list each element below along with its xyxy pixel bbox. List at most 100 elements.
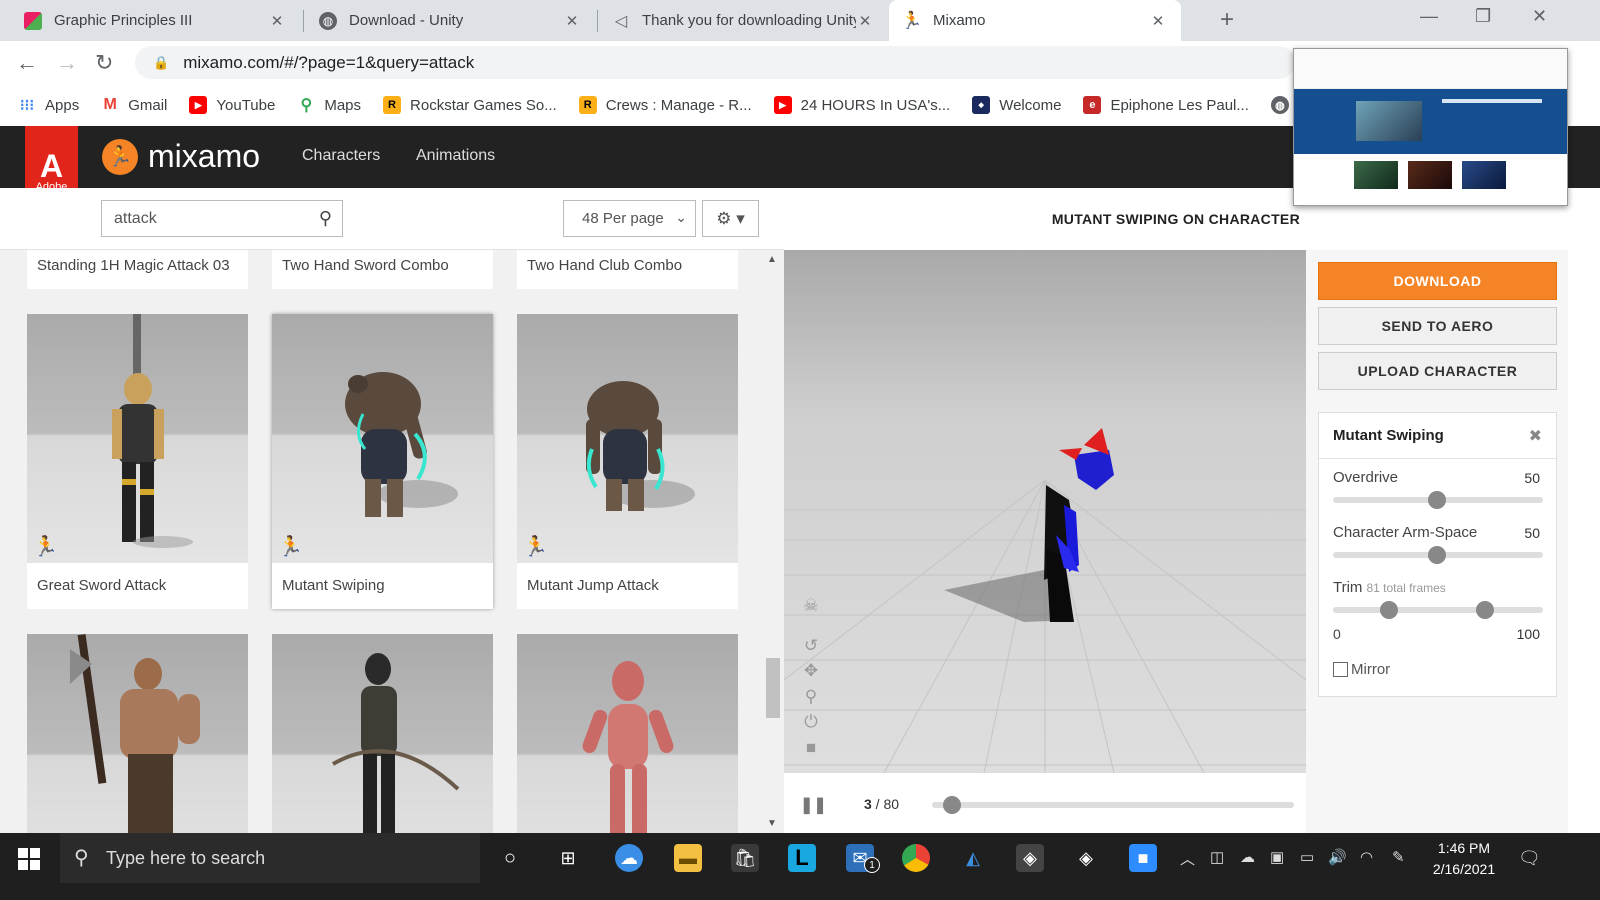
bookmark-apps[interactable]: ⁝⁝⁝ Apps xyxy=(18,96,79,115)
volume-icon[interactable]: 🔊 xyxy=(1328,848,1347,866)
unity-icon[interactable]: ◈ xyxy=(1072,844,1100,872)
windows-start-icon[interactable] xyxy=(18,848,40,870)
send-to-aero-button[interactable]: SEND TO AERO xyxy=(1318,307,1557,345)
scroll-up-icon[interactable]: ▲ xyxy=(767,254,777,265)
bookmark-crews[interactable]: R Crews : Manage - R... xyxy=(578,96,752,114)
tab-download-unity[interactable]: ◍ Download - Unity ✕ xyxy=(305,0,595,41)
bookmark-epiphone[interactable]: e Epiphone Les Paul... xyxy=(1083,96,1249,114)
camera-icon[interactable]: ■ xyxy=(797,738,825,758)
app-l-icon[interactable]: L xyxy=(788,844,816,872)
search-icon[interactable]: ⚲ xyxy=(319,208,332,229)
zoom-icon[interactable]: ■ xyxy=(1129,844,1157,872)
reload-icon[interactable]: ↻ xyxy=(95,50,113,76)
display-icon[interactable]: ▣ xyxy=(1270,848,1284,866)
tab-graphic-principles[interactable]: Graphic Principles III ✕ xyxy=(10,0,300,41)
arm-space-label: Character Arm-Space xyxy=(1333,524,1478,541)
slider-knob[interactable] xyxy=(1428,491,1446,509)
tab-thank-you-unity[interactable]: ◁ Thank you for downloading Unity ✕ xyxy=(598,0,888,41)
scroll-down-icon[interactable]: ▼ xyxy=(767,818,777,829)
cortana-icon[interactable]: ○ xyxy=(496,844,524,872)
card-thumbnail xyxy=(517,634,738,833)
college-icon: ◆ xyxy=(972,96,991,114)
device-icon[interactable]: ◫ xyxy=(1210,848,1224,866)
restore-icon[interactable]: ❐ xyxy=(1475,6,1491,27)
mirror-checkbox[interactable]: Mirror xyxy=(1333,661,1390,678)
forward-icon[interactable]: → xyxy=(56,50,78,76)
store-icon[interactable]: 🛍 xyxy=(731,844,759,872)
upload-character-button[interactable]: UPLOAD CHARACTER xyxy=(1318,352,1557,390)
bookmark-24-hours[interactable]: ▶ 24 HOURS In USA's... xyxy=(773,96,950,114)
settings-dropdown-button[interactable]: ⚙ ▾ xyxy=(702,200,759,237)
animation-type-icon: 🏃 xyxy=(278,536,303,558)
wifi-icon[interactable]: ◠ xyxy=(1360,848,1373,866)
trim-range-slider[interactable] xyxy=(1333,601,1543,619)
notifications-icon[interactable]: 🗨 xyxy=(1518,848,1541,869)
download-button[interactable]: DOWNLOAD xyxy=(1318,262,1557,300)
per-page-select[interactable]: 48 Per page ⌄ xyxy=(563,200,696,237)
animation-card[interactable]: 🏃 Great Sword Attack xyxy=(27,314,248,609)
mannequin-figure xyxy=(582,661,673,833)
bookmark-maps[interactable]: ⚲ Maps xyxy=(297,96,361,115)
animation-card[interactable]: 🏃 Mutant Jump Attack xyxy=(517,314,738,609)
nav-characters[interactable]: Characters xyxy=(302,147,380,165)
animation-card[interactable] xyxy=(517,634,738,833)
tab-close-icon[interactable]: ✕ xyxy=(1149,12,1167,30)
search-icon: ⚲ xyxy=(74,847,89,869)
tab-label: Download - Unity xyxy=(349,12,464,29)
url-field[interactable]: 🔒 mixamo.com/#/?page=1&query=attack xyxy=(135,46,1295,79)
onedrive-icon[interactable]: ☁ xyxy=(1240,848,1255,866)
overdrive-slider[interactable] xyxy=(1333,491,1543,509)
new-tab-button[interactable]: + xyxy=(1220,6,1234,34)
pen-icon[interactable]: ✎ xyxy=(1392,848,1405,866)
trim-end-knob[interactable] xyxy=(1476,601,1494,619)
chrome-icon[interactable] xyxy=(902,844,930,872)
preview-thumbnail xyxy=(1354,161,1398,189)
tab-close-icon[interactable]: ✕ xyxy=(856,12,874,30)
results-scrollbar[interactable]: ▲ ▼ xyxy=(764,250,782,833)
icloud-icon[interactable]: ☁ xyxy=(615,844,643,872)
back-icon[interactable]: ← xyxy=(16,50,38,76)
tab-close-icon[interactable]: ✕ xyxy=(268,12,286,30)
task-view-icon[interactable]: ⊞ xyxy=(554,844,582,872)
window-close-icon[interactable]: ✕ xyxy=(1532,6,1547,27)
arm-space-slider[interactable] xyxy=(1333,546,1543,564)
file-explorer-icon[interactable]: ▬ xyxy=(674,844,702,872)
clock-time: 1:46 PM xyxy=(1437,840,1491,856)
battery-icon[interactable]: ▭ xyxy=(1300,848,1314,866)
scrollbar-thumb[interactable] xyxy=(766,658,780,718)
bookmark-rockstar[interactable]: R Rockstar Games So... xyxy=(383,96,557,114)
tab-close-icon[interactable]: ✕ xyxy=(563,12,581,30)
system-clock[interactable]: 1:46 PM 2/16/2021 xyxy=(1424,838,1504,880)
animation-card[interactable]: Two Hand Club Combo xyxy=(517,250,738,289)
pause-icon[interactable]: ❚❚ xyxy=(800,795,827,815)
animation-card[interactable]: Two Hand Sword Combo xyxy=(272,250,493,289)
slider-knob[interactable] xyxy=(1428,546,1446,564)
timeline-knob[interactable] xyxy=(943,796,961,814)
animation-card[interactable]: Standing 1H Magic Attack 03 xyxy=(27,250,248,289)
timeline-slider[interactable] xyxy=(932,796,1294,814)
animation-card[interactable] xyxy=(27,634,248,833)
tab-mixamo[interactable]: 🏃 Mixamo ✕ xyxy=(889,0,1181,41)
bookmark-welcome[interactable]: ◆ Welcome xyxy=(972,96,1061,114)
bookmark-gmail[interactable]: M Gmail xyxy=(101,96,168,114)
close-icon[interactable]: ✖ xyxy=(1529,426,1542,446)
reset-rotate-icon[interactable]: ↺ xyxy=(797,636,825,656)
bookmark-youtube[interactable]: ▶ YouTube xyxy=(189,96,275,114)
checkbox-box[interactable] xyxy=(1333,662,1348,677)
mixamo-logo[interactable]: 🏃 mixamo xyxy=(102,138,260,175)
trim-start-knob[interactable] xyxy=(1380,601,1398,619)
minimize-icon[interactable]: — xyxy=(1420,6,1438,27)
move-icon[interactable]: ✥ xyxy=(797,661,825,681)
skeleton-icon[interactable]: ☠ xyxy=(797,596,825,616)
search-input[interactable]: attack ⚲ xyxy=(101,200,343,237)
animation-card-selected[interactable]: 🏃 Mutant Swiping xyxy=(272,314,493,609)
aero-icon[interactable]: ◭ xyxy=(959,844,987,872)
animation-card[interactable] xyxy=(272,634,493,833)
3d-viewport[interactable] xyxy=(784,250,1306,773)
unity-hub-icon[interactable]: ◈ xyxy=(1016,844,1044,872)
zoom-icon[interactable]: ⚲ xyxy=(797,687,825,707)
nav-animations[interactable]: Animations xyxy=(416,147,495,165)
taskbar-search[interactable]: ⚲ Type here to search xyxy=(60,833,480,883)
show-hidden-icons[interactable]: ︿ xyxy=(1180,848,1195,869)
power-icon[interactable]: ⏻ xyxy=(797,712,825,732)
